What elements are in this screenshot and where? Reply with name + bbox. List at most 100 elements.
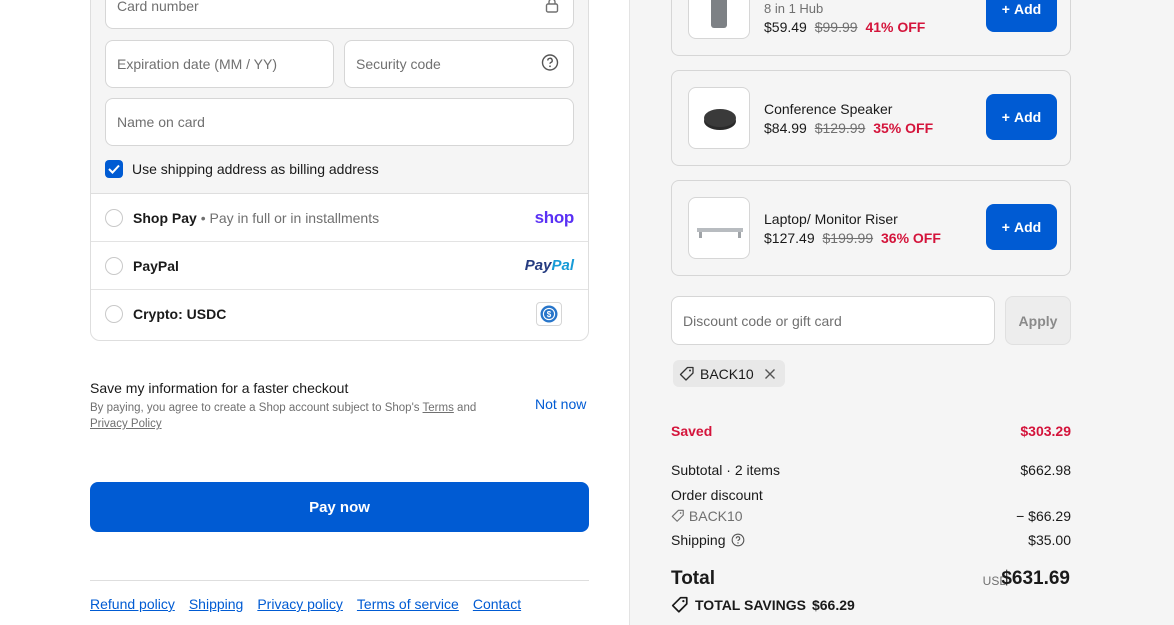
name-on-card-field[interactable]: Name on card (105, 98, 574, 146)
svg-text:$: $ (547, 310, 552, 319)
footer-links: Refund policy Shipping Privacy policy Te… (90, 596, 521, 612)
product-name: Laptop/ Monitor Riser (764, 211, 898, 227)
product-image-hub (688, 0, 750, 39)
order-summary-panel: 8 in 1 Hub $59.49 $99.99 41% OFF + Add C… (629, 0, 1174, 625)
name-on-card-placeholder: Name on card (117, 114, 205, 130)
privacy-policy-link[interactable]: Privacy Policy (90, 418, 162, 430)
remove-discount-icon[interactable] (763, 367, 777, 381)
discount-code-input[interactable]: Discount code or gift card (671, 296, 995, 345)
shipping-value: $35.00 (1028, 532, 1071, 548)
plus-icon: + (1001, 219, 1010, 235)
checkmark-icon (108, 164, 120, 174)
product-original-price: $129.99 (814, 120, 866, 136)
discount-code-row: BACK10 − $66.29 (671, 508, 1071, 524)
subtotal-value: $662.98 (1020, 462, 1071, 478)
use-shipping-checkbox[interactable] (105, 160, 123, 178)
plus-icon: + (1001, 109, 1010, 125)
saved-value: $303.29 (1020, 423, 1071, 439)
applied-discount-chip: BACK10 (673, 360, 785, 387)
shop-pay-name: Shop Pay (133, 210, 197, 226)
payment-options: Shop Pay • Pay in full or in installment… (90, 193, 589, 341)
crypto-radio[interactable] (105, 305, 123, 323)
shop-pay-logo: shop (534, 208, 575, 227)
total-label: Total (671, 568, 715, 589)
tag-icon (679, 366, 694, 381)
discount-placeholder: Discount code or gift card (683, 312, 842, 329)
terms-of-service-link[interactable]: Terms of service (357, 596, 459, 612)
contact-link[interactable]: Contact (473, 596, 521, 612)
total-savings-value: $66.29 (811, 597, 855, 613)
security-code-placeholder: Security code (356, 56, 441, 72)
add-button[interactable]: + Add (986, 0, 1057, 32)
add-button[interactable]: + Add (986, 94, 1057, 140)
saved-label: Saved (671, 423, 713, 439)
payment-option-paypal[interactable]: PayPal PayPal (91, 242, 588, 290)
save-info-title: Save my information for a faster checkou… (90, 380, 349, 396)
payment-option-crypto[interactable]: Crypto: USDC $ (91, 290, 588, 340)
upsell-product: 8 in 1 Hub $59.49 $99.99 41% OFF + Add (671, 0, 1071, 56)
terms-link[interactable]: Terms (423, 402, 454, 414)
upsell-product: Conference Speaker $84.99 $129.99 35% OF… (671, 70, 1071, 166)
subtotal-label: Subtotal · 2 items (671, 462, 780, 478)
not-now-button[interactable]: Not now (535, 396, 586, 412)
add-label: Add (1013, 109, 1042, 125)
upsell-product: Laptop/ Monitor Riser $127.49 $199.99 36… (671, 180, 1071, 276)
paypal-name: PayPal (133, 258, 179, 274)
order-discount-label: Order discount (671, 487, 763, 503)
product-image-speaker (688, 87, 750, 149)
refund-policy-link[interactable]: Refund policy (90, 596, 175, 612)
subtotal-row: Subtotal · 2 items $662.98 (671, 462, 1071, 478)
total-value: $631.69 (1001, 568, 1070, 589)
card-number-placeholder: Card number (117, 0, 199, 14)
shipping-label: Shipping (671, 532, 726, 548)
tag-icon (671, 509, 684, 522)
paypal-radio[interactable] (105, 257, 123, 275)
card-number-field[interactable]: Card number (105, 0, 574, 29)
total-savings-label: TOTAL SAVINGS (695, 597, 806, 613)
footer-divider (90, 580, 589, 581)
shipping-link[interactable]: Shipping (189, 596, 244, 612)
paypal-logo: PayPal (524, 257, 574, 274)
privacy-policy-footer-link[interactable]: Privacy policy (257, 596, 343, 612)
discount-value: − $66.29 (1016, 508, 1071, 524)
shipping-row: Shipping $35.00 (671, 532, 1071, 548)
product-name: 8 in 1 Hub (764, 1, 824, 16)
product-discount: 36% OFF (881, 230, 941, 246)
legal-and: and (457, 402, 477, 414)
product-discount: 41% OFF (865, 19, 926, 35)
pay-now-button[interactable]: Pay now (90, 482, 589, 532)
add-label: Add (1013, 219, 1042, 235)
shop-pay-radio[interactable] (105, 209, 123, 227)
legal-text: By paying, you agree to create a Shop ac… (90, 400, 510, 432)
use-shipping-label: Use shipping address as billing address (132, 161, 379, 177)
apply-button[interactable]: Apply (1005, 296, 1071, 345)
payment-option-shop-pay[interactable]: Shop Pay • Pay in full or in installment… (91, 194, 588, 242)
usdc-icon: $ (536, 302, 562, 326)
add-label: Add (1013, 1, 1042, 17)
product-original-price: $199.99 (822, 230, 874, 246)
order-discount-row: Order discount (671, 487, 1071, 503)
applied-code: BACK10 (700, 365, 754, 382)
product-name: Conference Speaker (764, 101, 893, 117)
help-icon[interactable] (731, 533, 745, 547)
help-icon[interactable] (541, 54, 559, 75)
lock-icon (545, 0, 559, 16)
product-original-price: $99.99 (814, 19, 858, 35)
total-savings: TOTAL SAVINGS $66.29 (671, 596, 855, 614)
expiration-date-field[interactable]: Expiration date (MM / YY) (105, 40, 334, 88)
checkout-form-panel: Card number Expiration date (MM / YY) Se… (0, 0, 629, 625)
add-button[interactable]: + Add (986, 204, 1057, 250)
shop-pay-subtitle: • Pay in full or in installments (200, 210, 380, 226)
tag-icon (671, 596, 688, 613)
crypto-name: Crypto: USDC (133, 306, 227, 322)
product-image-riser (688, 197, 750, 259)
expiration-placeholder: Expiration date (MM / YY) (117, 56, 278, 72)
discount-code-label: BACK10 (688, 508, 743, 524)
product-price: $59.49 (764, 19, 807, 35)
plus-icon: + (1001, 1, 1010, 17)
saved-row: Saved $303.29 (671, 423, 1071, 439)
product-price: $84.99 (764, 120, 807, 136)
security-code-field[interactable]: Security code (344, 40, 574, 88)
product-price: $127.49 (764, 230, 815, 246)
product-discount: 35% OFF (873, 120, 934, 136)
